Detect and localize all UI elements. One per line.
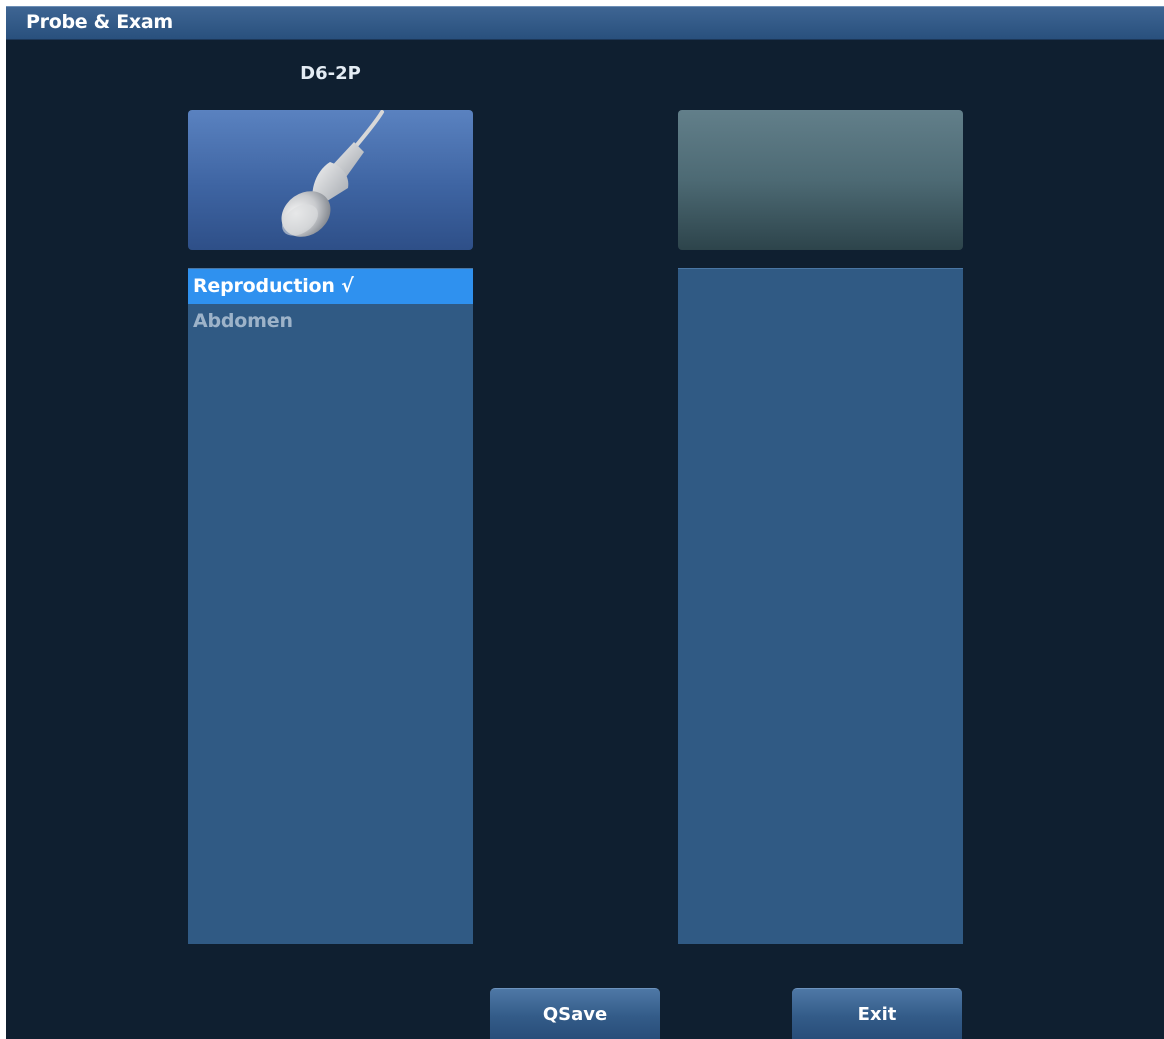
probe-name-label: D6-2P [300, 63, 361, 84]
exam-item-abdomen[interactable]: Abdomen [188, 304, 473, 339]
exam-list-probe-1: Reproduction √ Abdomen [188, 268, 473, 944]
exam-list-probe-2 [678, 268, 963, 944]
title-bar: Probe & Exam [6, 7, 1164, 40]
probe-slot-1[interactable] [188, 110, 473, 250]
convex-probe-icon [281, 110, 384, 237]
probe-exam-window: Probe & Exam D6-2P Reproduction √ Abdome… [6, 6, 1164, 1039]
exit-button[interactable]: Exit [792, 988, 962, 1039]
exam-item-reproduction[interactable]: Reproduction √ [188, 269, 473, 304]
probe-slot-2[interactable] [678, 110, 963, 250]
window-title: Probe & Exam [26, 11, 173, 33]
qsave-button[interactable]: QSave [490, 988, 660, 1039]
